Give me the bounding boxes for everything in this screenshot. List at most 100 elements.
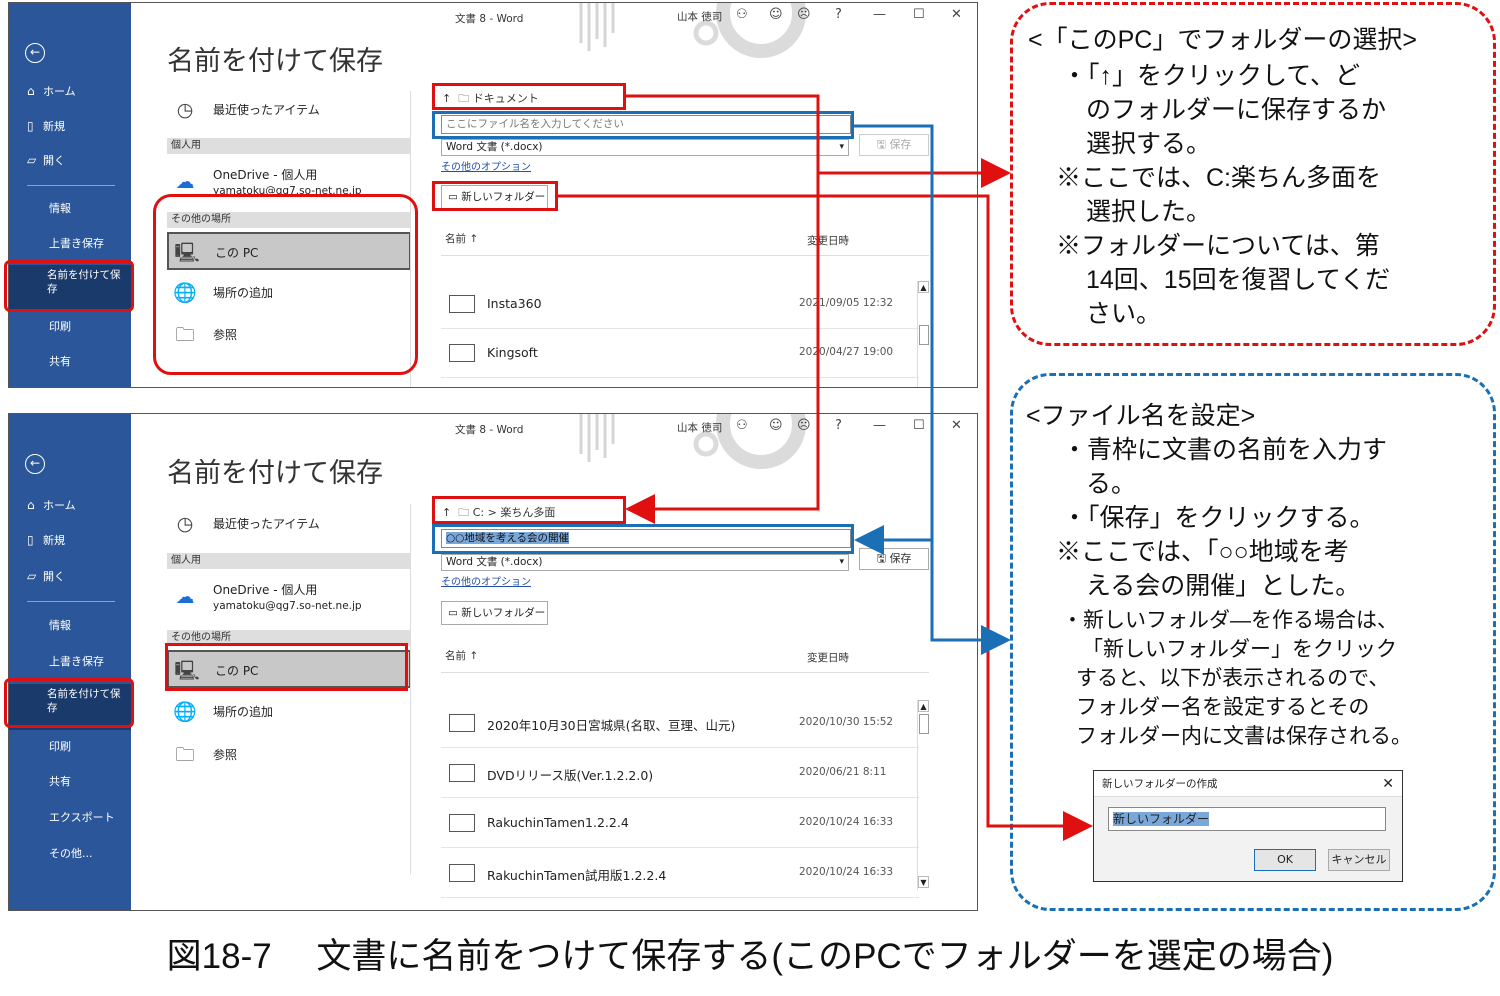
file-row[interactable]: DVDリリース版(Ver.1.2.2.0) 2020/06/21 8:11 — [441, 750, 919, 798]
save-icon: 🖫 — [876, 552, 886, 565]
column-name[interactable]: 名前 ↑ — [445, 648, 478, 663]
person-icon[interactable]: ⚇ — [736, 418, 748, 433]
nav-home[interactable]: ⌂ ホーム — [9, 489, 131, 521]
user-name: 山本 徳司 — [677, 422, 723, 434]
scroll-thumb[interactable] — [919, 714, 929, 734]
close-icon[interactable]: ✕ — [951, 418, 962, 433]
save-as-screenshot-1: ← ⌂ ホーム ▯ 新規 ▱ 開く 情報 上書き保存 名前を付けて保存 印刷 共有 文… — [8, 2, 978, 388]
nav-info[interactable]: 情報 — [9, 193, 131, 225]
file-row[interactable]: 2020年10月30日宮城県(名取、亘理、山元) 2020/10/30 15:52 — [441, 700, 919, 748]
nav-share[interactable]: 共有 — [9, 346, 131, 378]
location-add-place[interactable]: 🌐 場所の追加 — [167, 693, 411, 731]
nav-save-as[interactable]: 名前を付けて保存 — [9, 684, 131, 730]
back-arrow-icon[interactable]: ← — [25, 454, 45, 474]
callout-2-heading: <ファイル名を設定> — [1026, 402, 1256, 430]
callout-1-line: ※ここでは、C:楽ちん多面を — [1056, 164, 1382, 192]
location-this-pc[interactable]: 🖳 この PC — [167, 232, 411, 270]
callout-1-line: 選択した。 — [1086, 198, 1212, 226]
nav-overwrite-save[interactable]: 上書き保存 — [9, 646, 131, 678]
person-icon[interactable]: ⚇ — [736, 7, 748, 22]
location-add-place[interactable]: 🌐 場所の追加 — [167, 274, 411, 312]
help-icon[interactable]: ? — [835, 418, 842, 433]
nav-open[interactable]: ▱ 開く — [9, 560, 131, 592]
file-row[interactable]: RakuchinTamen試用版1.2.2.4 2020/10/24 16:33 — [441, 850, 919, 898]
minimize-icon[interactable]: — — [873, 418, 886, 433]
scroll-down-icon[interactable]: ▼ — [918, 876, 929, 888]
new-document-icon: ▯ — [27, 119, 34, 133]
location-recent[interactable]: ◷ 最近使ったアイテム — [167, 91, 411, 129]
frown-icon[interactable]: ☹ — [797, 418, 811, 433]
location-onedrive[interactable]: ☁ OneDrive - 個人用 yamatoku@qg7.so-net.ne.jp — [167, 163, 411, 201]
document-title: 文書 8 - Word — [455, 13, 524, 25]
nav-more[interactable]: その他... — [9, 838, 131, 870]
folder-name-input[interactable]: 新しいフォルダー — [1108, 807, 1386, 831]
nav-home[interactable]: ⌂ ホーム — [9, 75, 131, 107]
path-bar[interactable]: ↑ 🗀 C: > 楽ちん多面 — [442, 503, 555, 523]
help-icon[interactable]: ? — [835, 7, 842, 22]
file-list-scrollbar[interactable]: ▲ ▼ — [917, 700, 929, 890]
document-title: 文書 8 - Word — [455, 424, 524, 436]
location-this-pc[interactable]: 🖳 この PC — [167, 650, 411, 688]
smile-icon[interactable]: ☺ — [769, 418, 783, 433]
nav-overwrite-save[interactable]: 上書き保存 — [9, 228, 131, 260]
column-date[interactable]: 変更日時 — [807, 650, 849, 665]
nav-new[interactable]: ▯ 新規 — [9, 110, 131, 142]
home-icon: ⌂ — [27, 84, 35, 98]
file-list-scrollbar[interactable]: ▲ — [917, 281, 929, 387]
location-recent[interactable]: ◷ 最近使ったアイテム — [167, 505, 411, 543]
save-button[interactable]: 🖫 保存 — [859, 134, 929, 156]
nav-export[interactable]: エクスポート — [9, 802, 131, 834]
new-folder-button[interactable]: ▭ 新しいフォルダー — [441, 185, 548, 209]
category-other: その他の場所 — [167, 630, 411, 646]
file-row[interactable]: Insta360 2021/09/05 12:32 — [441, 281, 919, 329]
callout-2-line: 「新しいフォルダー」をクリック — [1082, 638, 1397, 661]
up-arrow-icon[interactable]: ↑ — [442, 506, 451, 519]
new-folder-button[interactable]: ▭ 新しいフォルダー — [441, 601, 548, 625]
scroll-thumb[interactable] — [919, 325, 929, 345]
location-browse[interactable]: 🗀 参照 — [167, 736, 411, 774]
location-browse[interactable]: 🗀 参照 — [167, 316, 411, 354]
new-folder-dialog: 新しいフォルダーの作成 ✕ 新しいフォルダー OK キャンセル — [1093, 770, 1403, 882]
scroll-up-icon[interactable]: ▲ — [918, 281, 929, 293]
file-type-select[interactable]: Word 文書 (*.docx) ▾ — [441, 554, 849, 571]
save-button[interactable]: 🖫 保存 — [859, 548, 929, 570]
path-bar[interactable]: ↑ 🗀 ドキュメント — [442, 89, 539, 109]
clock-icon: ◷ — [176, 513, 194, 535]
maximize-icon[interactable]: ☐ — [913, 418, 925, 433]
computer-icon: 🖳 — [174, 660, 200, 682]
cancel-button[interactable]: キャンセル — [1328, 849, 1390, 871]
file-row[interactable]: Kingsoft 2020/04/27 19:00 — [441, 330, 919, 378]
file-type-select[interactable]: Word 文書 (*.docx) ▾ — [441, 139, 849, 156]
filename-input[interactable]: ○○地域を考える会の開催 — [441, 529, 851, 548]
back-arrow-icon[interactable]: ← — [25, 43, 45, 63]
user-name: 山本 徳司 — [677, 11, 723, 23]
scroll-up-icon[interactable]: ▲ — [918, 700, 929, 712]
nav-save-as[interactable]: 名前を付けて保存 — [9, 265, 131, 311]
frown-icon[interactable]: ☹ — [797, 7, 811, 22]
callout-1-line: さい。 — [1086, 300, 1162, 328]
callout-2-line: る。 — [1086, 470, 1137, 498]
minimize-icon[interactable]: — — [873, 7, 886, 22]
nav-print[interactable]: 印刷 — [9, 311, 131, 343]
maximize-icon[interactable]: ☐ — [913, 7, 925, 22]
nav-info[interactable]: 情報 — [9, 610, 131, 642]
filename-input[interactable]: ここにファイル名を入力してください — [441, 115, 851, 134]
location-onedrive[interactable]: ☁ OneDrive - 個人用 yamatoku@qg7.so-net.ne.jp — [167, 578, 411, 616]
more-options-link[interactable]: その他のオプション — [441, 158, 531, 173]
pane-divider — [410, 91, 411, 387]
ok-button[interactable]: OK — [1254, 849, 1316, 871]
nav-new[interactable]: ▯ 新規 — [9, 524, 131, 556]
close-icon[interactable]: ✕ — [951, 7, 962, 22]
more-options-link[interactable]: その他のオプション — [441, 573, 531, 588]
column-date[interactable]: 変更日時 — [807, 233, 849, 248]
new-folder-icon: ▭ — [448, 607, 458, 619]
file-row[interactable]: RakuchinTamen1.2.2.4 2020/10/24 16:33 — [441, 800, 919, 848]
close-icon[interactable]: ✕ — [1382, 771, 1394, 797]
nav-divider — [27, 601, 115, 602]
nav-print[interactable]: 印刷 — [9, 731, 131, 763]
nav-share[interactable]: 共有 — [9, 766, 131, 798]
smile-icon[interactable]: ☺ — [769, 7, 783, 22]
column-name[interactable]: 名前 ↑ — [445, 231, 478, 246]
nav-open[interactable]: ▱ 開く — [9, 144, 131, 176]
up-arrow-icon[interactable]: ↑ — [442, 92, 451, 105]
